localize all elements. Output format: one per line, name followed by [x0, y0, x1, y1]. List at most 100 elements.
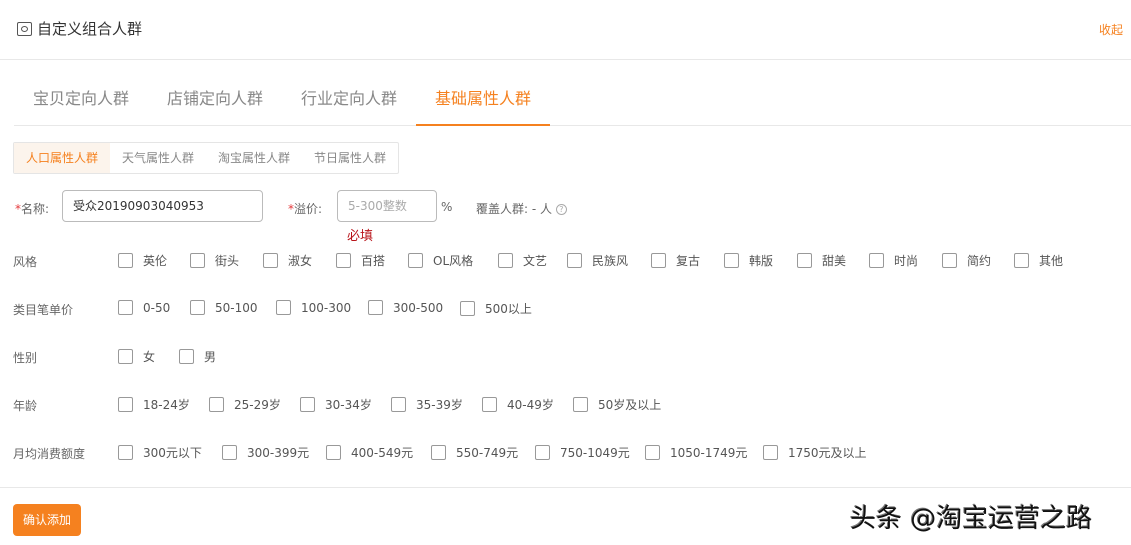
checkbox-option[interactable]: 文艺 [498, 252, 547, 269]
premium-input[interactable]: 5-300整数 [337, 190, 437, 222]
checkbox-option[interactable]: 18-24岁 [118, 396, 190, 413]
checkbox-option[interactable]: 男 [179, 348, 216, 365]
group-label: 风格 [13, 255, 38, 269]
checkbox-option[interactable]: 淑女 [263, 252, 312, 269]
checkbox[interactable] [724, 253, 739, 268]
checkbox-option[interactable]: 百搭 [336, 252, 385, 269]
checkbox-option[interactable]: 50岁及以上 [573, 396, 661, 413]
checkbox-option[interactable]: 1050-1749元 [645, 444, 747, 461]
checkbox-label: 0-50 [143, 300, 171, 315]
checkbox-label: 韩版 [749, 254, 774, 268]
checkbox[interactable] [300, 397, 315, 412]
checkbox-label: 40-49岁 [507, 398, 554, 412]
checkbox[interactable] [391, 397, 406, 412]
checkbox-option[interactable]: 甜美 [797, 252, 846, 269]
checkbox[interactable] [179, 349, 194, 364]
checkbox-option[interactable]: 女 [118, 348, 155, 365]
checkbox-label: 文艺 [523, 254, 548, 268]
checkbox[interactable] [498, 253, 513, 268]
tab-industry-audience[interactable]: 行业定向人群 [282, 78, 416, 125]
help-icon[interactable]: ? [555, 204, 567, 215]
checkbox-option[interactable]: OL风格 [408, 252, 473, 269]
tab-item-audience[interactable]: 宝贝定向人群 [14, 78, 148, 125]
checkbox-option[interactable]: 550-749元 [431, 444, 518, 461]
name-input[interactable]: 受众20190903040953 [62, 190, 263, 222]
checkbox-option[interactable]: 50-100 [190, 300, 258, 315]
collapse-link[interactable]: 收起 [1099, 21, 1123, 38]
checkbox-option[interactable]: 25-29岁 [209, 396, 281, 413]
checkbox[interactable] [797, 253, 812, 268]
title-text: 自定义组合人群 [37, 20, 143, 38]
checkbox[interactable] [118, 349, 133, 364]
checkbox[interactable] [368, 300, 383, 315]
divider [0, 59, 1131, 60]
checkbox-option[interactable]: 100-300 [276, 300, 351, 315]
checkbox-label: 1750元及以上 [788, 446, 867, 460]
subtab-holiday[interactable]: 节日属性人群 [302, 143, 398, 173]
checkbox-option[interactable]: 300-500 [368, 300, 443, 315]
tab-basic-attribute-audience[interactable]: 基础属性人群 [416, 78, 551, 126]
checkbox[interactable] [573, 397, 588, 412]
checkbox-option[interactable]: 300-399元 [222, 444, 309, 461]
checkbox[interactable] [431, 445, 446, 460]
checkbox-label: 750-1049元 [560, 446, 630, 460]
checkbox[interactable] [118, 397, 133, 412]
checkbox[interactable] [190, 300, 205, 315]
checkbox-option[interactable]: 民族风 [567, 252, 628, 269]
checkbox-option[interactable]: 30-34岁 [300, 396, 372, 413]
checkbox-option[interactable]: 时尚 [869, 252, 918, 269]
checkbox-option[interactable]: 750-1049元 [535, 444, 630, 461]
checkbox[interactable] [1014, 253, 1029, 268]
subtab-demographic[interactable]: 人口属性人群 [14, 143, 111, 173]
checkbox-option[interactable]: 其他 [1014, 252, 1063, 269]
tab-shop-audience[interactable]: 店铺定向人群 [148, 78, 282, 125]
checkbox-label: 简约 [967, 254, 992, 268]
checkbox-label: 25-29岁 [234, 398, 281, 412]
checkbox-option[interactable]: 韩版 [724, 252, 773, 269]
checkbox[interactable] [763, 445, 778, 460]
audience-icon [17, 21, 32, 36]
checkbox[interactable] [263, 253, 278, 268]
checkbox-option[interactable]: 500以上 [460, 300, 532, 317]
checkbox-option[interactable]: 35-39岁 [391, 396, 463, 413]
checkbox-option[interactable]: 复古 [651, 252, 700, 269]
checkbox-label: 35-39岁 [416, 398, 463, 412]
checkbox-option[interactable]: 300元以下 [118, 444, 202, 461]
checkbox-option[interactable]: 0-50 [118, 300, 170, 315]
subtab-taobao[interactable]: 淘宝属性人群 [206, 143, 302, 173]
checkbox[interactable] [651, 253, 666, 268]
checkbox[interactable] [190, 253, 205, 268]
checkbox-label: 550-749元 [456, 446, 519, 460]
name-label-text: 名称: [21, 202, 50, 216]
premium-label-text: 溢价: [294, 202, 323, 216]
checkbox[interactable] [336, 253, 351, 268]
checkbox-option[interactable]: 英伦 [118, 252, 167, 269]
checkbox[interactable] [118, 300, 133, 315]
checkbox-option[interactable]: 40-49岁 [482, 396, 554, 413]
checkbox[interactable] [460, 301, 475, 316]
checkbox[interactable] [222, 445, 237, 460]
checkbox-option[interactable]: 400-549元 [326, 444, 413, 461]
checkbox-label: OL风格 [433, 254, 474, 268]
checkbox-label: 400-549元 [351, 446, 414, 460]
subtab-weather[interactable]: 天气属性人群 [110, 143, 206, 173]
checkbox-option[interactable]: 街头 [190, 252, 239, 269]
checkbox[interactable] [567, 253, 582, 268]
checkbox[interactable] [276, 300, 291, 315]
checkbox[interactable] [118, 253, 133, 268]
name-label: *名称: [15, 200, 49, 217]
checkbox[interactable] [118, 445, 133, 460]
checkbox[interactable] [209, 397, 224, 412]
checkbox[interactable] [482, 397, 497, 412]
checkbox-option[interactable]: 简约 [942, 252, 991, 269]
confirm-add-button[interactable]: 确认添加 [13, 504, 81, 536]
checkbox[interactable] [326, 445, 341, 460]
checkbox[interactable] [869, 253, 884, 268]
checkbox[interactable] [535, 445, 550, 460]
percent-sign: % [441, 200, 453, 214]
checkbox-option[interactable]: 1750元及以上 [763, 444, 867, 461]
checkbox[interactable] [408, 253, 423, 268]
checkbox[interactable] [942, 253, 957, 268]
checkbox[interactable] [645, 445, 660, 460]
checkbox-label: 100-300 [301, 300, 352, 315]
